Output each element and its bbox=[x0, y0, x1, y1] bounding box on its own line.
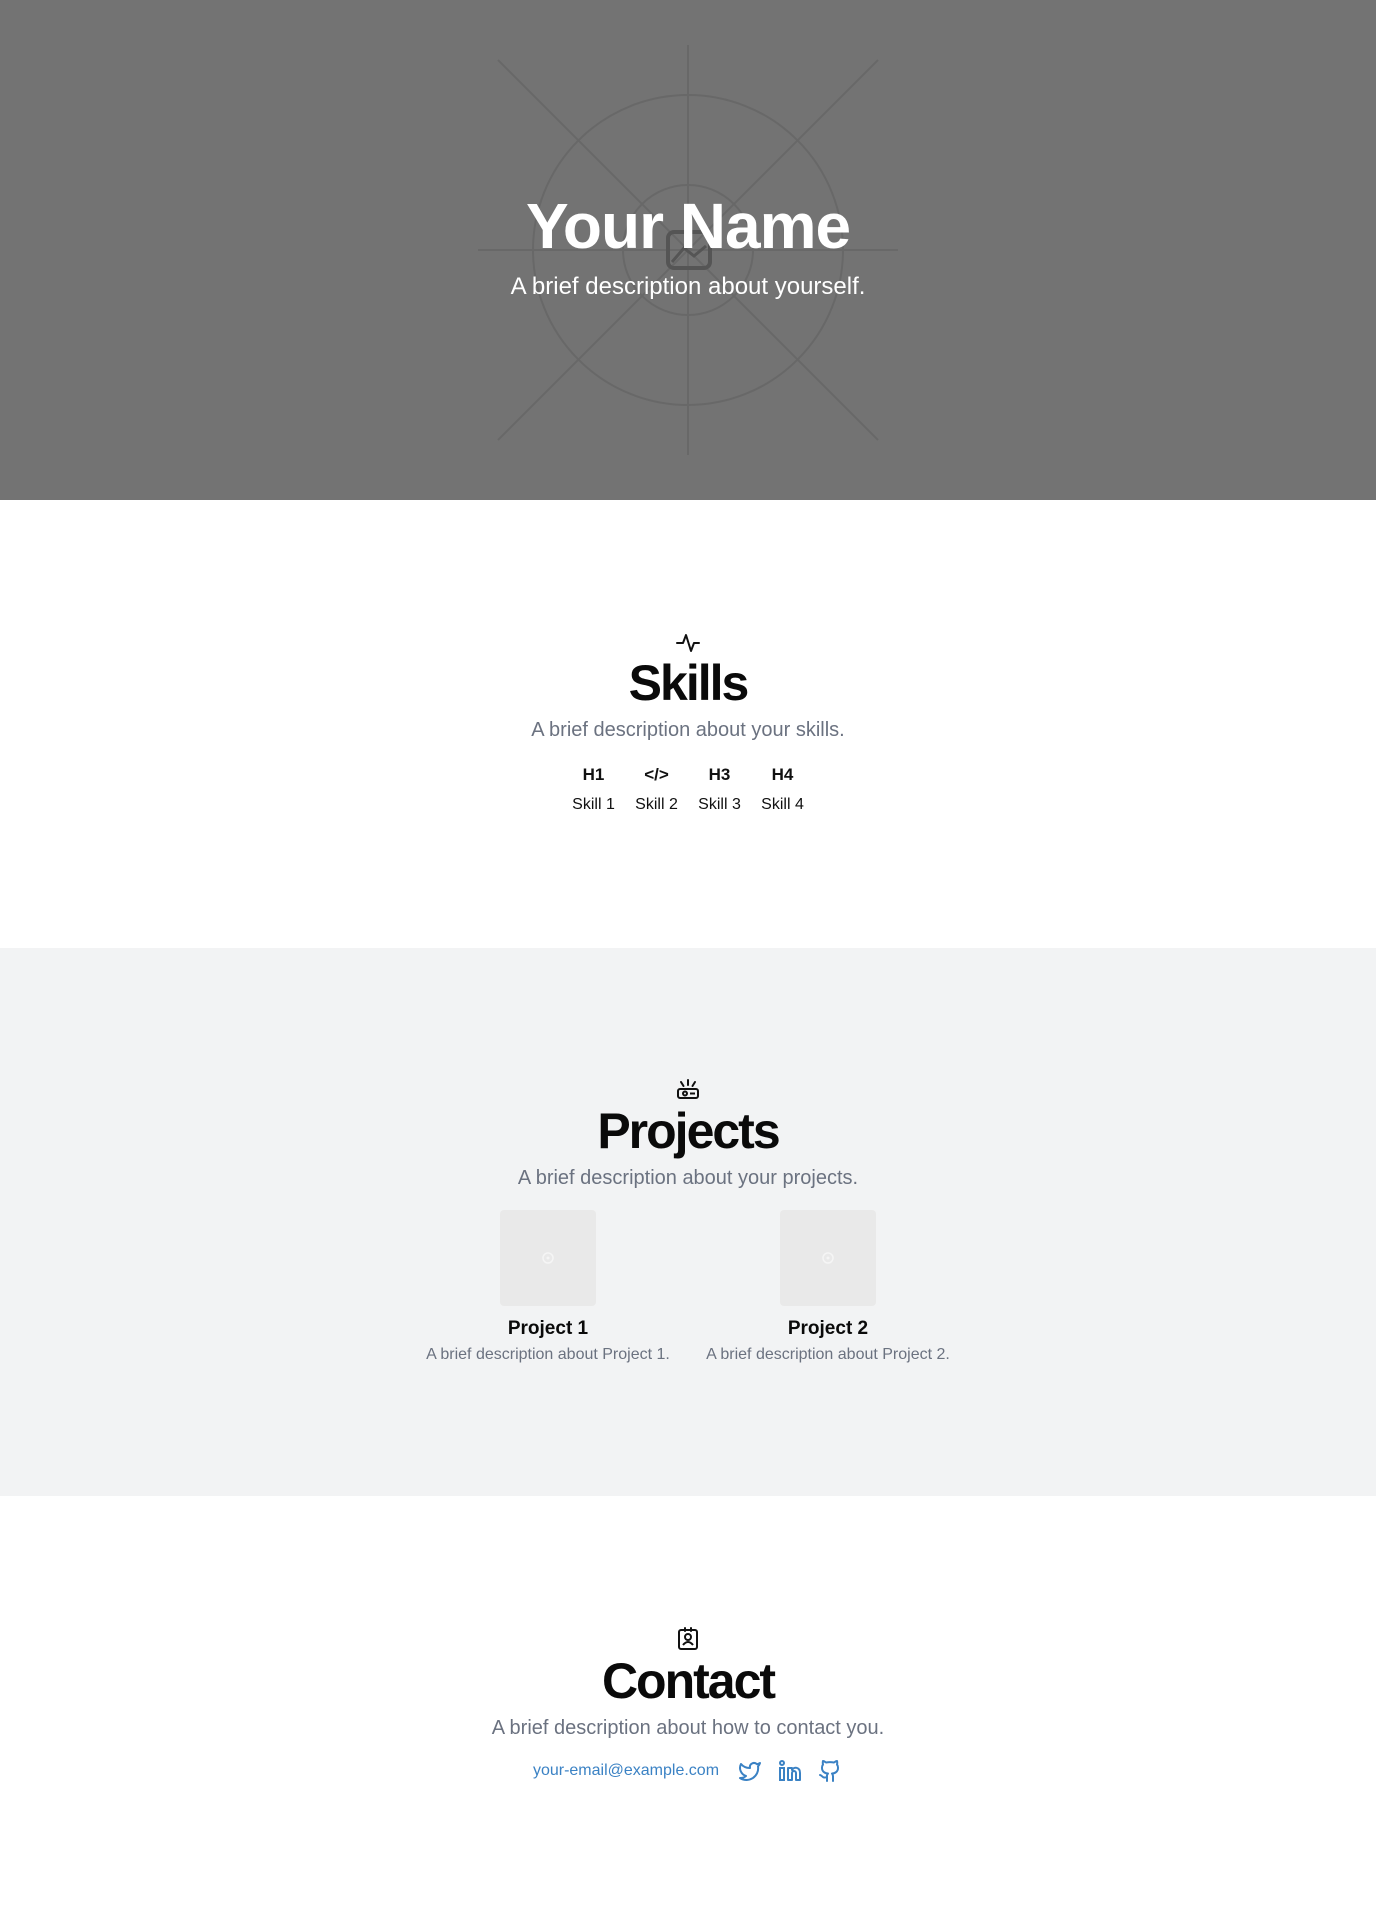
skill-label: Skill 2 bbox=[635, 796, 678, 813]
contact-description: A brief description about how to contact… bbox=[491, 1717, 885, 1739]
activity-icon bbox=[676, 634, 700, 652]
contact-links: your-email@example.com bbox=[0, 1758, 1376, 1784]
contact-title: Contact bbox=[601, 1653, 776, 1709]
image-placeholder-icon bbox=[822, 1252, 834, 1264]
project-image[interactable] bbox=[780, 1210, 876, 1306]
heading-4-icon: H4 bbox=[771, 765, 794, 784]
skill-label: Skill 4 bbox=[761, 796, 804, 813]
project-description: A brief description about Project 2. bbox=[706, 1346, 950, 1363]
github-link[interactable] bbox=[817, 1758, 843, 1784]
projects-section: Projects A brief description about your … bbox=[0, 948, 1376, 1496]
contact-section: Contact A brief description about how to… bbox=[0, 1496, 1376, 1914]
hero-content: Your Name A brief description about your… bbox=[0, 188, 1376, 302]
project-card[interactable]: Project 2 A brief description about Proj… bbox=[697, 1210, 959, 1364]
skill-label: Skill 3 bbox=[698, 796, 741, 813]
projects-list: Project 1 A brief description about Proj… bbox=[0, 1210, 1376, 1364]
projects-content: Projects A brief description about your … bbox=[0, 1078, 1376, 1364]
skill-item: H3 Skill 3 bbox=[697, 764, 742, 814]
project-name: Project 2 bbox=[787, 1318, 869, 1339]
projects-description: A brief description about your projects. bbox=[517, 1167, 859, 1189]
skills-description: A brief description about your skills. bbox=[531, 719, 845, 741]
projector-icon bbox=[677, 1079, 699, 1099]
skill-item: H1 Skill 1 bbox=[571, 764, 616, 814]
skills-content: Skills A brief description about your sk… bbox=[0, 630, 1376, 814]
heading-3-icon: H3 bbox=[708, 765, 731, 784]
twitter-link[interactable] bbox=[737, 1758, 763, 1784]
hero-title: Your Name bbox=[525, 190, 851, 262]
skills-list: H1 Skill 1 </> Skill 2 H3 Skill 3 H4 Ski… bbox=[0, 764, 1376, 814]
skill-item: </> Skill 2 bbox=[634, 764, 679, 814]
contact-content: Contact A brief description about how to… bbox=[0, 1626, 1376, 1784]
heading-1-icon: H1 bbox=[582, 765, 605, 784]
projects-title: Projects bbox=[597, 1103, 780, 1159]
project-card[interactable]: Project 1 A brief description about Proj… bbox=[417, 1210, 679, 1364]
skill-label: Skill 1 bbox=[572, 796, 615, 813]
github-icon bbox=[819, 1760, 840, 1782]
code-icon: </> bbox=[644, 765, 669, 784]
twitter-icon bbox=[739, 1762, 762, 1781]
linkedin-icon bbox=[779, 1760, 802, 1781]
linkedin-link[interactable] bbox=[777, 1758, 803, 1784]
skills-section: Skills A brief description about your sk… bbox=[0, 500, 1376, 948]
hero-section: Your Name A brief description about your… bbox=[0, 0, 1376, 500]
project-image[interactable] bbox=[500, 1210, 596, 1306]
image-placeholder-icon bbox=[542, 1252, 554, 1264]
skills-title: Skills bbox=[628, 655, 750, 711]
project-name: Project 1 bbox=[507, 1318, 589, 1339]
hero-description: A brief description about yourself. bbox=[510, 273, 866, 300]
email-link[interactable]: your-email@example.com bbox=[533, 1762, 719, 1780]
skill-item: H4 Skill 4 bbox=[760, 764, 805, 814]
contact-card-icon bbox=[678, 1627, 698, 1650]
project-description: A brief description about Project 1. bbox=[426, 1346, 670, 1363]
